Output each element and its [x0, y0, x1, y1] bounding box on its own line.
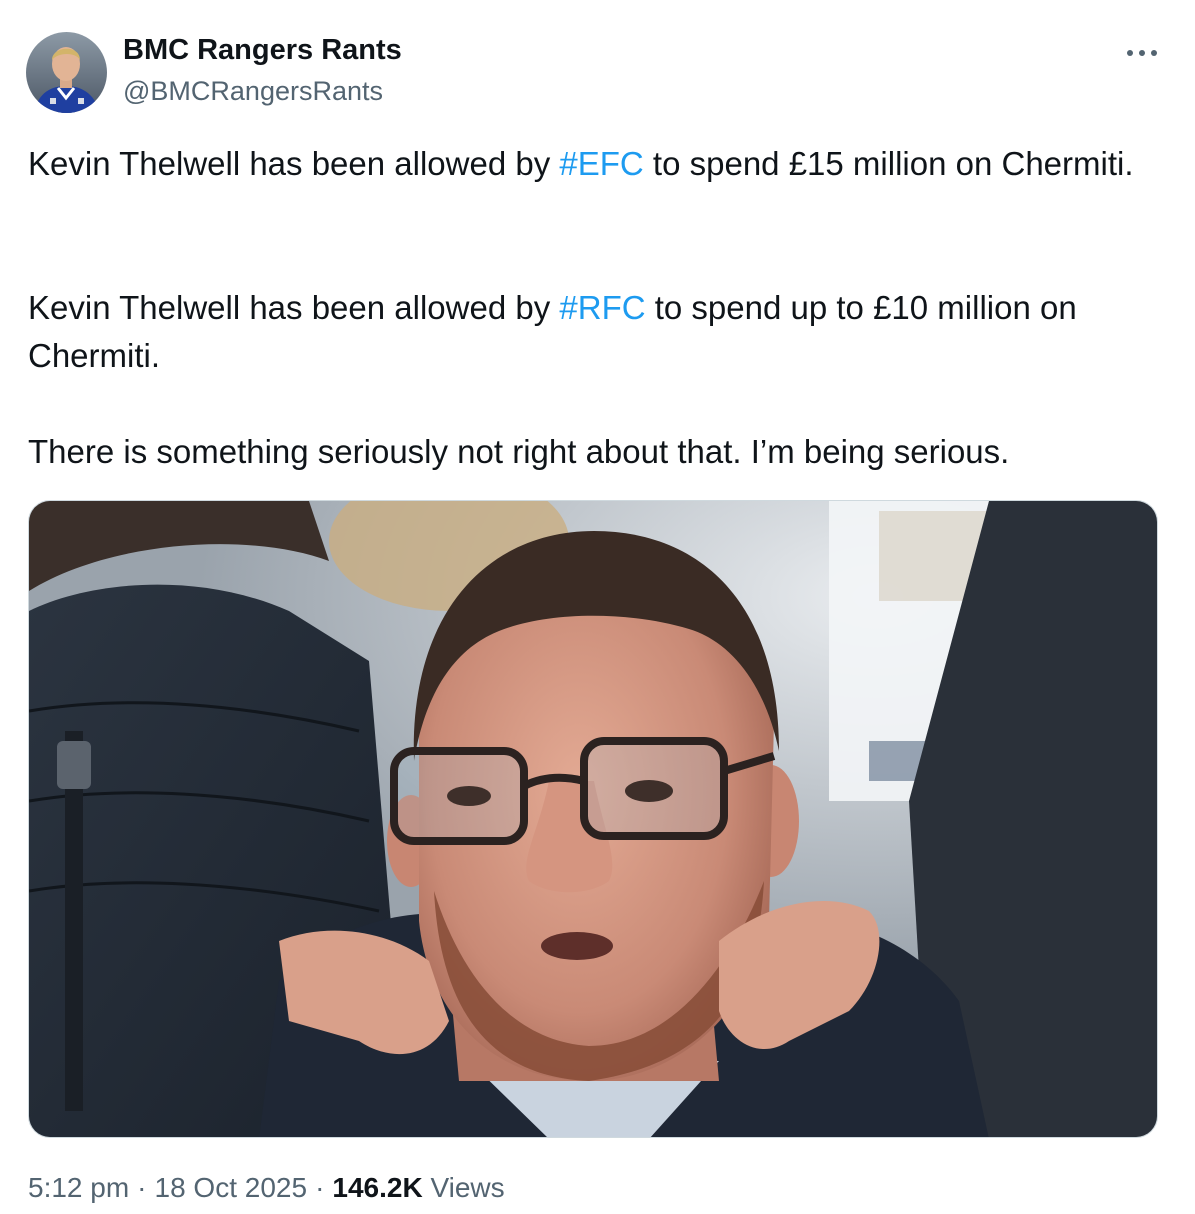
hashtag-efc-link[interactable]: #EFC [559, 145, 643, 182]
author-display-name[interactable]: BMC Rangers Rants [123, 34, 402, 67]
author-avatar[interactable] [26, 32, 107, 113]
tweet-paragraph: Kevin Thelwell has been allowed by #RFC … [28, 284, 1168, 380]
views-label: Views [430, 1172, 505, 1203]
tweet-photo[interactable] [28, 500, 1158, 1138]
tweet-date-link[interactable]: 18 Oct 2025 [155, 1172, 308, 1203]
meta-separator: · [137, 1172, 147, 1203]
tweet-paragraph: There is something seriously not right a… [28, 433, 1010, 470]
author-handle[interactable]: @BMCRangersRants [123, 76, 383, 107]
tweet: BMC Rangers Rants @BMCRangersRants Kevin… [0, 0, 1195, 1214]
views-count: 146.2K [332, 1172, 423, 1203]
tweet-time-link[interactable]: 5:12 pm [28, 1172, 129, 1203]
tweet-text: to spend £15 million on Chermiti. [643, 145, 1134, 182]
tweet-paragraph: Kevin Thelwell has been allowed by #EFC … [28, 140, 1168, 188]
more-horizontal-icon [1127, 50, 1157, 56]
more-options-button[interactable] [1120, 38, 1164, 68]
tweet-meta: 5:12 pm · 18 Oct 2025 · 146.2K Views [28, 1172, 505, 1204]
meta-separator: · [315, 1172, 325, 1203]
tweet-text: Kevin Thelwell has been allowed by [28, 289, 560, 326]
hashtag-rfc-link[interactable]: #RFC [559, 289, 645, 326]
tweet-text: Kevin Thelwell has been allowed by [28, 145, 560, 182]
